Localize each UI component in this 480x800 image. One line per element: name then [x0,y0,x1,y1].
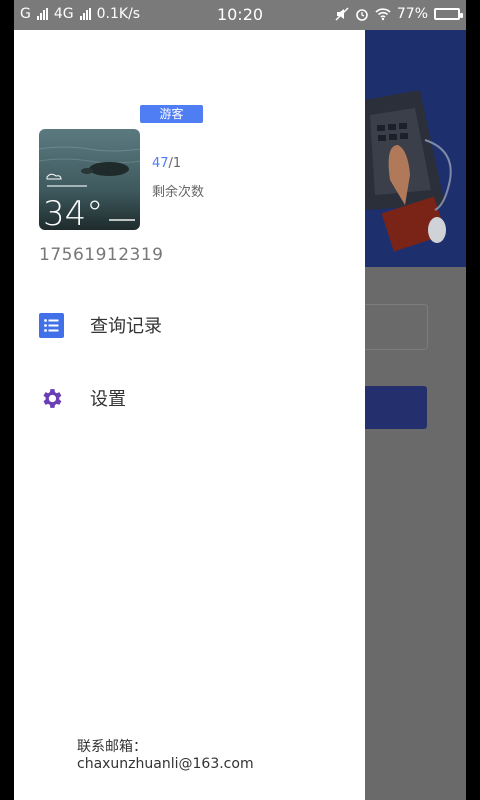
avatar-weather-image: 34° [39,129,140,230]
background-button [365,386,427,429]
list-icon [39,312,64,338]
mute-icon [335,7,349,21]
battery-percent: 77% [396,6,428,22]
gear-icon [43,388,62,408]
contact-label: 联系邮箱： [77,739,147,755]
menu-item-settings[interactable]: 设置 [39,385,126,411]
menu-item-query-history[interactable]: 查询记录 [39,312,162,338]
contact-info: 联系邮箱： chaxunzhuanli@163.com [77,739,254,773]
background-banner-image [365,30,466,267]
avatar[interactable]: 34° [39,129,140,230]
wifi-icon [375,8,391,21]
remaining-label: 剩余次数 [152,185,205,200]
status-right: 77% [335,6,463,22]
battery-icon [434,8,463,20]
background-input-field [365,304,428,350]
status-bar: G 4G 0.1K/s 10:20 77% [14,0,466,30]
contact-email[interactable]: chaxunzhuanli@163.com [77,756,254,773]
navigation-drawer: 游客 34° 47/1 剩余次数 17561912319 查询记录 设置 联系邮… [14,30,365,800]
query-count-value: 47 [152,156,169,171]
alarm-icon [356,9,368,21]
menu-item-settings-label: 设置 [90,389,126,410]
laptop-illustration-icon [365,30,466,267]
query-count-total: /1 [168,156,182,171]
menu-item-query-history-label: 查询记录 [90,316,162,337]
query-count: 47/1 [152,156,181,171]
phone-screen: G 4G 0.1K/s 10:20 77% 游客 34° 47/1 剩余次数 1… [14,0,466,800]
avatar-temperature: 34° [43,194,103,230]
user-phone: 17561912319 [39,245,164,265]
guest-badge: 游客 [140,105,203,123]
